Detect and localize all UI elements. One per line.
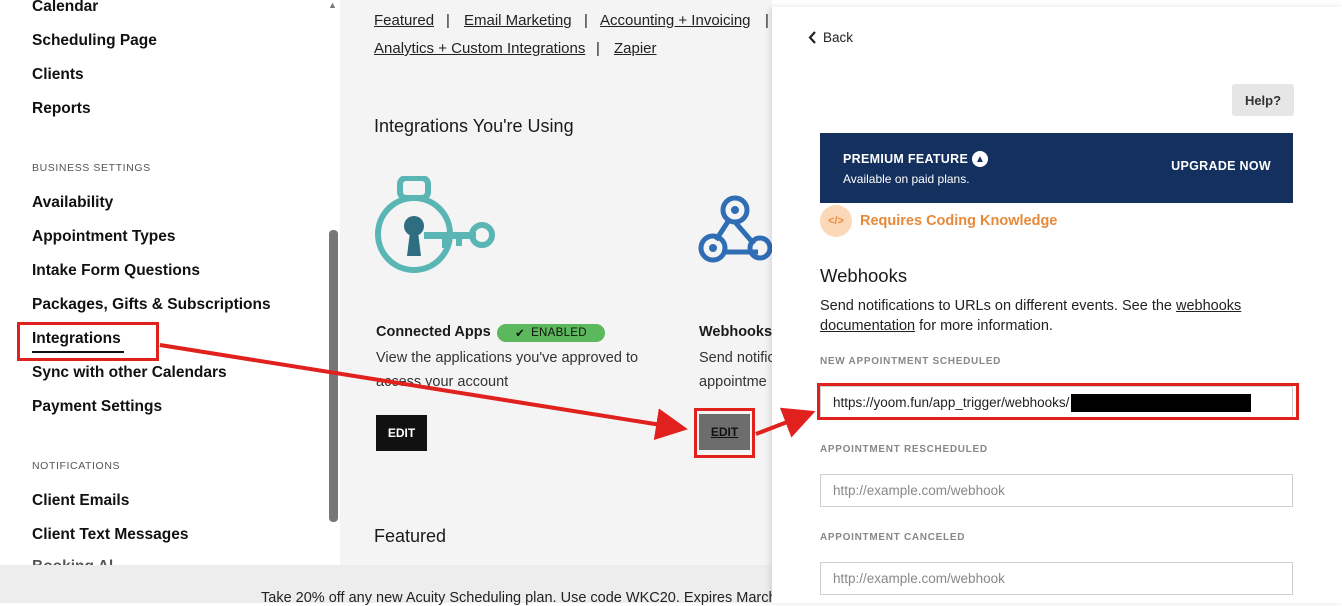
lock-key-icon: [375, 176, 495, 273]
coding-label: Requires Coding Knowledge: [860, 213, 1058, 229]
chevron-left-icon: [808, 31, 816, 44]
webhooks-description: Send notifications to URLs on different …: [820, 296, 1280, 336]
filter-separator: |: [446, 12, 450, 29]
filter-email-marketing[interactable]: Email Marketing: [464, 12, 572, 29]
canceled-label: APPOINTMENT CANCELED: [820, 532, 966, 543]
new-appointment-label: NEW APPOINTMENT SCHEDULED: [820, 356, 1002, 367]
sidebar-item-appointment-types[interactable]: Appointment Types: [32, 228, 176, 246]
sidebar-item-clients[interactable]: Clients: [32, 66, 84, 84]
sidebar-item-client-text[interactable]: Client Text Messages: [32, 526, 189, 544]
filter-featured[interactable]: Featured: [374, 12, 434, 29]
connected-apps-desc-1: View the applications you've approved to: [376, 350, 639, 366]
promo-text: Take 20% off any new Acuity Scheduling p…: [261, 590, 777, 606]
sidebar-item-availability[interactable]: Availability: [32, 194, 113, 212]
upgrade-now-button[interactable]: UPGRADE NOW: [1171, 159, 1271, 173]
webhooks-card-title: Webhooks: [699, 324, 773, 340]
sidebar-item-payment-settings[interactable]: Payment Settings: [32, 398, 162, 416]
sidebar-item-packages[interactable]: Packages, Gifts & Subscriptions: [32, 296, 271, 314]
coding-requirement: </> Requires Coding Knowledge: [820, 205, 1057, 237]
annotation-box-edit: [694, 408, 755, 458]
desc-post: for more information.: [915, 318, 1053, 334]
premium-subtitle: Available on paid plans.: [843, 172, 970, 186]
annotation-box-integrations: [17, 322, 159, 361]
integrations-using-title: Integrations You're Using: [374, 116, 574, 136]
connected-apps-title: Connected Apps: [376, 324, 491, 340]
enabled-badge: ✔ ENABLED: [497, 324, 605, 342]
filter-separator: |: [584, 12, 588, 29]
scroll-up-arrow-icon[interactable]: ▲: [328, 0, 337, 10]
filter-accounting[interactable]: Accounting + Invoicing: [600, 12, 751, 29]
rescheduled-label: APPOINTMENT RESCHEDULED: [820, 444, 988, 455]
filter-separator: |: [765, 12, 769, 29]
help-button[interactable]: Help?: [1232, 84, 1294, 116]
sidebar-item-reports[interactable]: Reports: [32, 100, 91, 118]
code-icon: </>: [820, 205, 852, 237]
webhooks-desc-2: appointme: [699, 374, 767, 390]
webhook-icon: [698, 195, 772, 263]
sidebar-item-calendar[interactable]: Calendar: [32, 0, 98, 16]
sidebar-scrollbar[interactable]: [329, 230, 338, 522]
check-icon: ✔: [515, 328, 526, 340]
premium-title: PREMIUM FEATURE: [843, 152, 969, 166]
connected-apps-edit-button[interactable]: EDIT: [376, 415, 427, 451]
back-button[interactable]: Back: [808, 30, 853, 45]
enabled-badge-label: ENABLED: [531, 327, 587, 339]
sidebar: Calendar Scheduling Page Clients Reports…: [0, 0, 340, 575]
featured-title: Featured: [374, 526, 447, 546]
connected-apps-desc-2: access your account: [376, 374, 509, 390]
triangle-up-circle-icon: ▲: [972, 151, 988, 167]
sidebar-item-client-emails[interactable]: Client Emails: [32, 492, 129, 510]
sidebar-item-intake-form[interactable]: Intake Form Questions: [32, 262, 200, 280]
notifications-heading: NOTIFICATIONS: [32, 460, 121, 472]
filter-analytics[interactable]: Analytics + Custom Integrations: [374, 40, 585, 57]
rescheduled-webhook-input[interactable]: http://example.com/webhook: [820, 474, 1293, 507]
webhooks-desc-1: Send notific: [699, 350, 775, 366]
webhooks-link[interactable]: webhooks: [1176, 298, 1241, 314]
canceled-webhook-input[interactable]: http://example.com/webhook: [820, 562, 1293, 595]
sidebar-item-sync-calendars[interactable]: Sync with other Calendars: [32, 364, 227, 382]
business-settings-heading: BUSINESS SETTINGS: [32, 162, 151, 174]
webhooks-heading: Webhooks: [820, 265, 908, 286]
main-content: [340, 0, 772, 565]
filter-separator: |: [596, 40, 600, 57]
back-label: Back: [823, 30, 854, 45]
sidebar-item-scheduling-page[interactable]: Scheduling Page: [32, 32, 157, 50]
premium-feature-banner: PREMIUM FEATURE ▲ Available on paid plan…: [820, 133, 1293, 203]
annotation-box-url: [817, 383, 1299, 420]
desc-pre: Send notifications to URLs on different …: [820, 298, 1177, 314]
documentation-link[interactable]: documentation: [820, 318, 915, 334]
filter-zapier[interactable]: Zapier: [614, 40, 657, 57]
